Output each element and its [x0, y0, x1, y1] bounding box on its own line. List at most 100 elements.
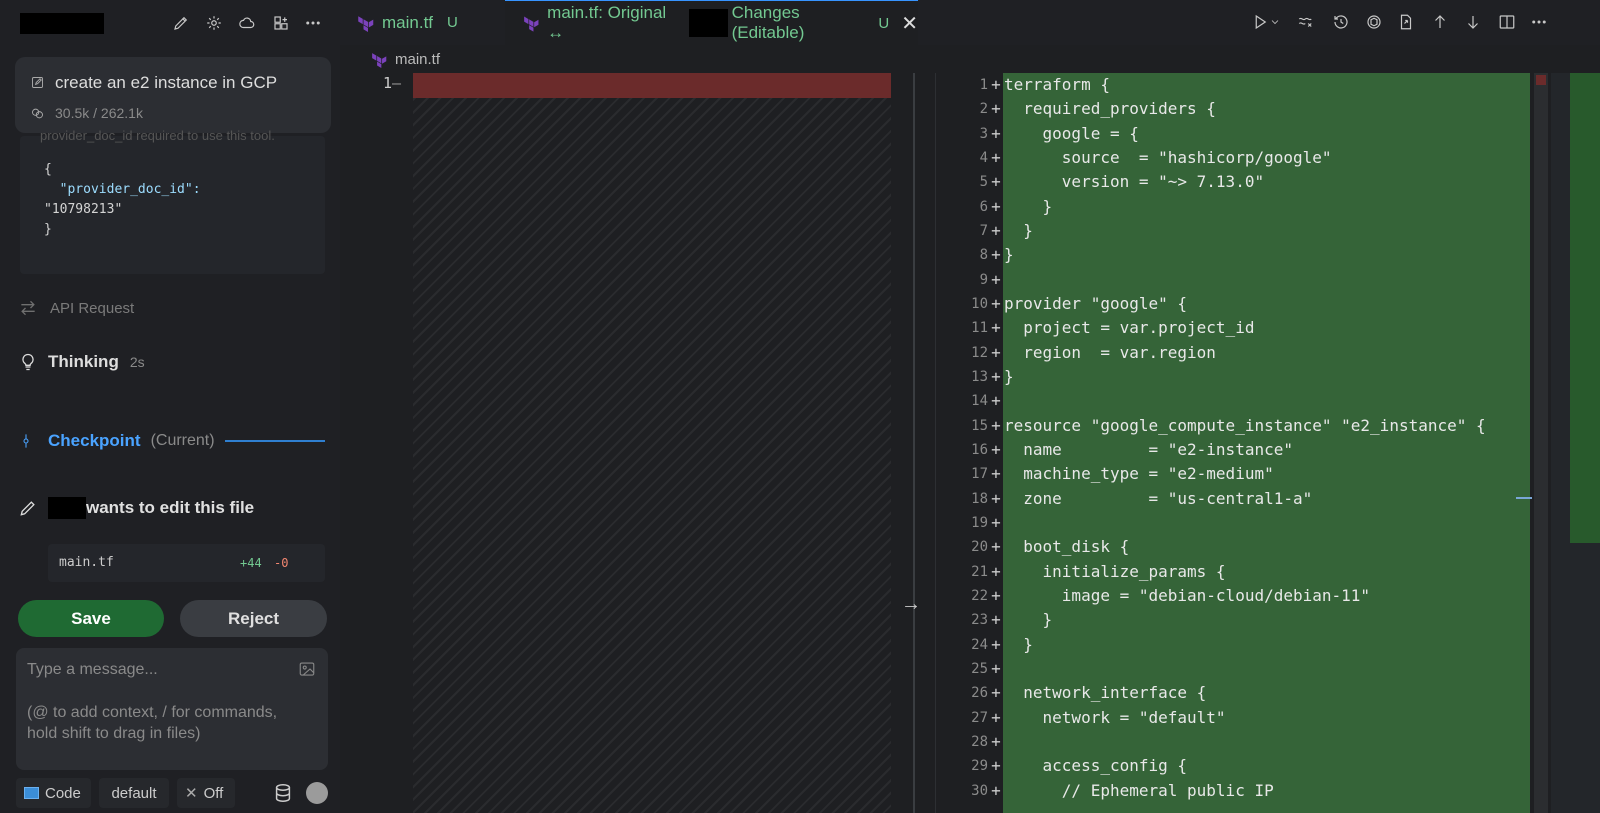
thinking-time: 2s	[129, 354, 145, 370]
open-file-icon[interactable]	[1395, 11, 1417, 33]
ai-icon[interactable]	[1363, 11, 1385, 33]
arrow-up-icon[interactable]	[1429, 11, 1451, 33]
edited-file-name: main.tf	[59, 555, 114, 570]
tokens-icon	[32, 108, 43, 119]
code-line[interactable]: 9 +	[948, 268, 1486, 292]
line-text: }	[1004, 366, 1014, 386]
code-line[interactable]: 6 + }	[948, 195, 1486, 219]
code-line[interactable]: 3 + google = {	[948, 122, 1486, 146]
code-line[interactable]: 26 + network_interface {	[948, 681, 1486, 705]
breadcrumb[interactable]: main.tf	[370, 51, 440, 68]
code-line[interactable]: 29 + access_config {	[948, 754, 1486, 778]
line-number: 4	[979, 149, 988, 166]
api-request-row[interactable]: API Request	[18, 298, 134, 318]
added-marker: +	[991, 269, 1001, 289]
run-icon[interactable]	[1249, 11, 1271, 33]
code-line[interactable]: 11 + project = var.project_id	[948, 316, 1486, 340]
pencil-icon[interactable]	[170, 12, 192, 34]
thinking-row[interactable]: Thinking 2s	[18, 352, 145, 372]
added-marker: +	[991, 245, 1001, 265]
code-line[interactable]: 5 + version = "~> 7.13.0"	[948, 170, 1486, 194]
tab-diff-view[interactable]: main.tf: Original ↔ Changes (Editable) U…	[505, 0, 918, 45]
code-line[interactable]: 27 + network = "default"	[948, 706, 1486, 730]
close-icon: ✕	[185, 785, 198, 802]
overview-removed-marker	[1536, 75, 1546, 85]
arrow-right-icon[interactable]: →	[901, 593, 921, 616]
line-number: 13	[971, 368, 988, 385]
chevron-down-icon[interactable]	[1269, 11, 1281, 33]
line-text: source = "hashicorp/google"	[1004, 147, 1332, 167]
added-marker: +	[991, 172, 1001, 192]
added-marker: +	[991, 585, 1001, 605]
overview-ruler[interactable]	[1534, 73, 1548, 813]
tab-main-tf[interactable]: main.tf U	[356, 0, 494, 45]
removed-line	[413, 73, 891, 98]
code-line[interactable]: 15 + resource "google_compute_instance" "e…	[948, 414, 1486, 438]
pane-divider[interactable]	[913, 73, 915, 813]
message-input[interactable]: Type a message... (@ to add context, / f…	[16, 648, 328, 770]
code-line[interactable]: 12 + region = var.region	[948, 341, 1486, 365]
api-request-label: API Request	[50, 299, 135, 317]
mode-selector[interactable]: Code	[16, 778, 91, 808]
split-editor-icon[interactable]	[1496, 11, 1518, 33]
code-line[interactable]: 28 +	[948, 730, 1486, 754]
code-line[interactable]: 23 + }	[948, 608, 1486, 632]
chat-toolbar	[0, 10, 340, 36]
add-image-icon[interactable]	[298, 660, 316, 678]
extensions-icon[interactable]	[270, 12, 292, 34]
code-line[interactable]: 10 + provider "google" {	[948, 292, 1486, 316]
code-line[interactable]: 21 + initialize_params {	[948, 560, 1486, 584]
terraform-icon	[358, 15, 374, 32]
auto-approve-toggle[interactable]: ✕ Off	[177, 778, 235, 808]
code-line[interactable]: 19 +	[948, 511, 1486, 535]
arrow-down-icon[interactable]	[1462, 11, 1484, 33]
line-text: terraform {	[1004, 75, 1110, 94]
checkpoint-line	[224, 440, 325, 442]
code-line[interactable]: 17 + machine_type = "e2-medium"	[948, 462, 1486, 486]
added-marker: +	[991, 512, 1001, 532]
cloud-icon[interactable]	[236, 12, 258, 34]
compare-icon[interactable]	[1295, 11, 1317, 33]
original-pane[interactable]	[413, 73, 891, 813]
more-icon[interactable]	[302, 12, 324, 34]
reject-button[interactable]: Reject	[180, 600, 327, 637]
line-number: 23	[971, 612, 988, 629]
line-text: region = var.region	[1004, 342, 1216, 362]
code-line[interactable]: 22 + image = "debian-cloud/debian-11"	[948, 584, 1486, 608]
close-tab-icon[interactable]: ✕	[901, 11, 918, 36]
code-line[interactable]: 16 + name = "e2-instance"	[948, 438, 1486, 462]
checkpoint-icon	[23, 434, 29, 448]
edited-file-item[interactable]: main.tf +44 -0	[48, 544, 325, 582]
line-number: 18	[971, 490, 988, 507]
code-line[interactable]: 8 +}	[948, 243, 1486, 267]
message-placeholder: Type a message...	[27, 661, 158, 678]
database-icon[interactable]	[272, 782, 294, 809]
checkpoint-row[interactable]: Checkpoint (Current)	[18, 431, 325, 451]
checkpoint-status: (Current)	[150, 432, 215, 449]
code-line[interactable]: 1 + terraform {	[948, 73, 1486, 97]
avatar[interactable]	[306, 782, 328, 804]
code-line[interactable]: 30 + // Ephemeral public IP	[948, 779, 1486, 803]
modified-pane[interactable]: 1 + terraform {2 + required_providers {3 + g…	[948, 73, 1486, 803]
line-text: network = "default"	[1004, 707, 1226, 727]
profile-selector[interactable]: default	[99, 778, 169, 808]
code-line[interactable]: 2 + required_providers {	[948, 97, 1486, 121]
history-icon[interactable]	[1330, 11, 1352, 33]
code-line[interactable]: 25 +	[948, 657, 1486, 681]
code-line[interactable]: 24 + }	[948, 633, 1486, 657]
code-line[interactable]: 18 + zone = "us-central1-a"	[948, 487, 1486, 511]
gear-icon[interactable]	[203, 12, 225, 34]
code-line[interactable]: 13 +}	[948, 365, 1486, 389]
task-header[interactable]: create an e2 instance in GCP 30.5k / 262…	[15, 57, 331, 133]
code-line: "provider_doc_id":	[44, 182, 201, 197]
added-marker: +	[991, 439, 1001, 459]
code-line[interactable]: 7 + }	[948, 219, 1486, 243]
more-icon[interactable]	[1528, 11, 1550, 33]
minimap-added-region	[1570, 73, 1600, 543]
code-line[interactable]: 20 + boot_disk {	[948, 535, 1486, 559]
terraform-icon	[372, 53, 387, 68]
save-button[interactable]: Save	[18, 600, 164, 637]
code-line[interactable]: 14 +	[948, 389, 1486, 413]
line-text: zone = "us-central1-a"	[1004, 488, 1313, 508]
code-line[interactable]: 4 + source = "hashicorp/google"	[948, 146, 1486, 170]
